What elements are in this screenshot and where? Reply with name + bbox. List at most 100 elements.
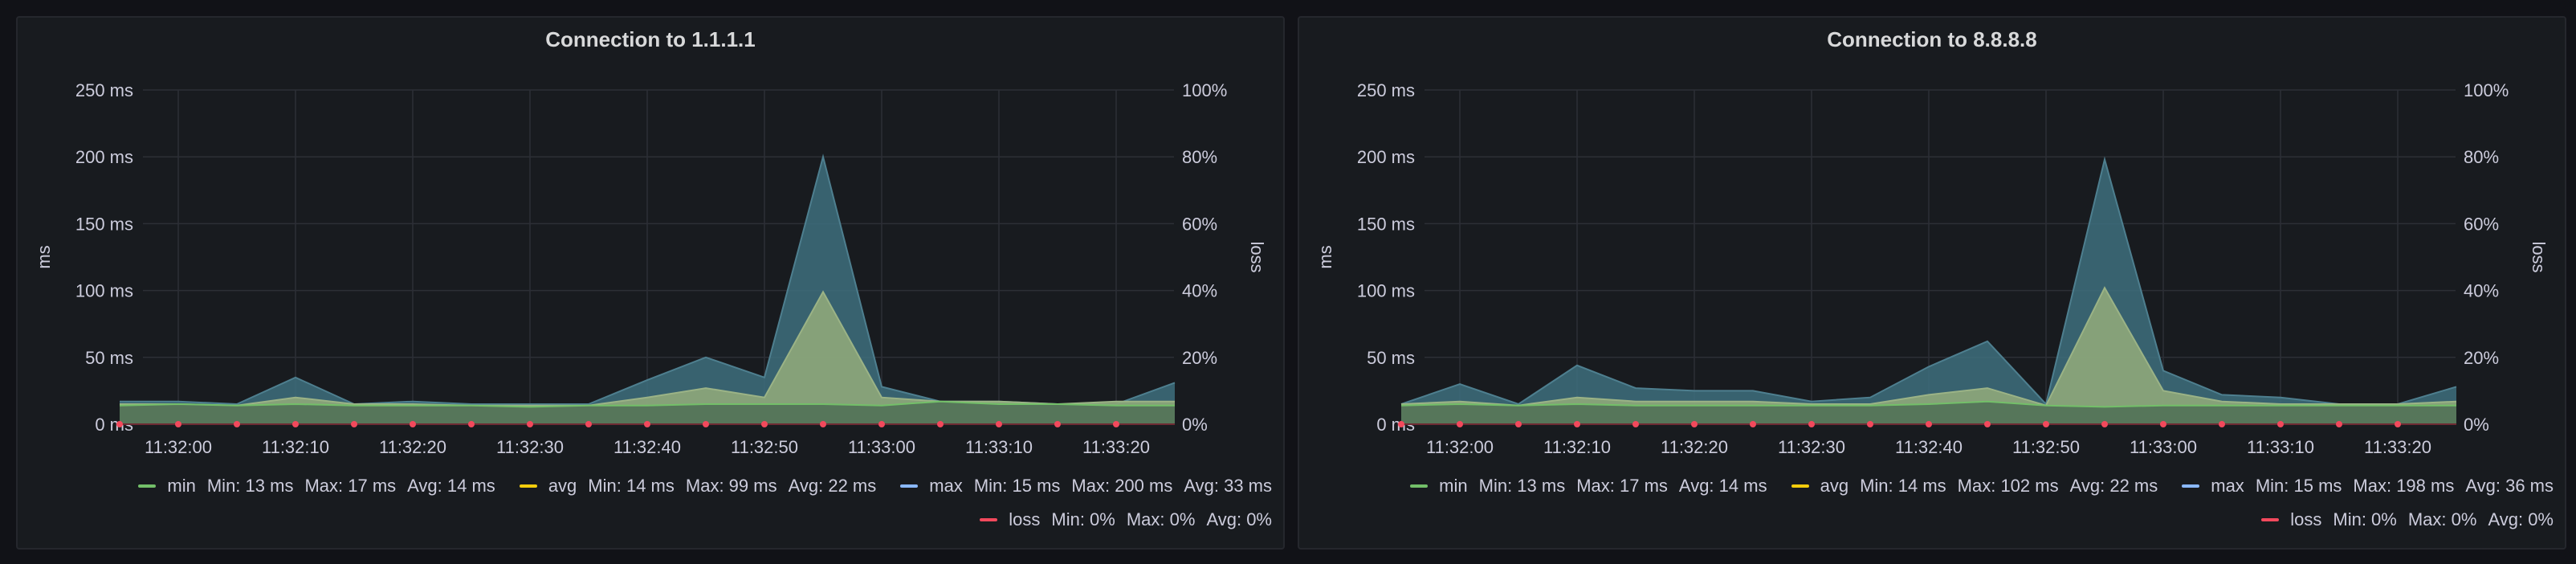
loss-point[interactable] [1632, 421, 1639, 427]
legend-row-1: min Min: 13 ms Max: 17 ms Avg: 14 ms avg Min:… [1386, 476, 2554, 497]
y-tick-label: 150 ms [75, 214, 133, 234]
legend-series-name: loss [1009, 509, 1041, 529]
legend-stat: Min: 14 ms [1860, 476, 1946, 496]
loss-point[interactable] [1398, 421, 1404, 427]
legend-swatch-loss [2261, 518, 2280, 521]
legend-stat: Min: 13 ms [1478, 476, 1566, 496]
legend-swatch-min [138, 484, 157, 488]
loss-point[interactable] [820, 421, 826, 427]
loss-point[interactable] [585, 421, 592, 427]
loss-point[interactable] [1984, 421, 1991, 427]
x-tick-label: 11:32:30 [1778, 437, 1845, 457]
chart-plot: 0 ms50 ms100 ms150 ms200 ms250 ms0%20%40… [34, 80, 1267, 457]
x-tick-label: 11:32:00 [1426, 437, 1494, 457]
y2-tick-label: 0% [2464, 415, 2489, 435]
legend-swatch-min [1410, 484, 1429, 488]
y-tick-label: 100 ms [75, 281, 133, 301]
loss-point[interactable] [2395, 421, 2401, 427]
loss-point[interactable] [175, 421, 181, 427]
loss-point[interactable] [878, 421, 885, 427]
loss-point[interactable] [1926, 421, 1932, 427]
legend-stat: Avg: 0% [1206, 509, 1272, 529]
legend-item-loss[interactable]: loss Min: 0% Max: 0% Avg: 0% [980, 509, 1272, 530]
loss-point[interactable] [1808, 421, 1815, 427]
x-tick-label: 11:33:10 [2247, 437, 2314, 457]
loss-point[interactable] [1113, 421, 1119, 427]
y2-tick-label: 40% [2464, 281, 2499, 301]
legend-series-name: loss [2290, 509, 2322, 529]
legend-stat: Min: 0% [1051, 509, 1115, 529]
loss-point[interactable] [1574, 421, 1580, 427]
legend-stat: Max: 102 ms [1957, 476, 2059, 496]
legend-item-loss[interactable]: loss Min: 0% Max: 0% Avg: 0% [2261, 509, 2554, 530]
loss-point[interactable] [937, 421, 944, 427]
legend-stat: Min: 15 ms [973, 476, 1061, 496]
loss-point[interactable] [2043, 421, 2049, 427]
legend-stat: Avg: 22 ms [2069, 476, 2158, 496]
chart-plot: 0 ms50 ms100 ms150 ms200 ms250 ms0%20%40… [1315, 80, 2549, 457]
legend-stat: Avg: 33 ms [1184, 476, 1272, 496]
legend-stat: Avg: 0% [2488, 509, 2554, 529]
loss-point[interactable] [2219, 421, 2225, 427]
y2-tick-label: 40% [1182, 281, 1217, 301]
loss-point[interactable] [703, 421, 709, 427]
loss-point[interactable] [1750, 421, 1756, 427]
legend-stat: Max: 99 ms [685, 476, 777, 496]
y2-tick-label: 100% [1182, 80, 1227, 100]
loss-point[interactable] [1867, 421, 1873, 427]
loss-point[interactable] [2101, 421, 2108, 427]
legend-item-max[interactable]: max Min: 15 ms Max: 198 ms Avg: 36 ms [2182, 476, 2554, 497]
panel-connection-8-8-8-8[interactable]: Connection to 8.8.8.8 0 ms 50 ms 100 ms 150… [1298, 16, 2566, 550]
legend-stat: Max: 17 ms [1576, 476, 1668, 496]
y2-tick-label: 80% [2464, 147, 2499, 167]
x-tick-label: 11:32:10 [1543, 437, 1611, 457]
loss-point[interactable] [644, 421, 650, 427]
y2-tick-label: 20% [2464, 348, 2499, 368]
y2-tick-label: 60% [2464, 214, 2499, 234]
legend-item-min[interactable]: min Min: 13 ms Max: 17 ms Avg: 14 ms [138, 476, 495, 497]
legend-item-avg[interactable]: avg Min: 14 ms Max: 102 ms Avg: 22 ms [1791, 476, 2158, 497]
legend-series-name: max [929, 476, 963, 496]
x-tick-label: 11:32:20 [379, 437, 446, 457]
loss-point[interactable] [351, 421, 357, 427]
legend-series-name: avg [1820, 476, 1849, 496]
legend-stat: Max: 200 ms [1071, 476, 1173, 496]
loss-point[interactable] [1457, 421, 1463, 427]
legend-item-avg[interactable]: avg Min: 14 ms Max: 99 ms Avg: 22 ms [519, 476, 877, 497]
x-tick-label: 11:32:00 [145, 437, 212, 457]
loss-point[interactable] [996, 421, 1002, 427]
y-tick-label: 50 ms [85, 348, 133, 368]
legend-stat: Min: 14 ms [588, 476, 675, 496]
y-tick-label: 50 ms [1367, 348, 1415, 368]
panel-connection-1-1-1-1[interactable]: Connection to 1.1.1.1 0 ms 50 ms 100 ms 150… [16, 16, 1285, 550]
legend-stat: Avg: 14 ms [1678, 476, 1767, 496]
loss-point[interactable] [410, 421, 416, 427]
loss-point[interactable] [292, 421, 299, 427]
x-tick-label: 11:32:40 [613, 437, 681, 457]
legend-stat: Avg: 14 ms [407, 476, 495, 496]
legend-item-min[interactable]: min Min: 13 ms Max: 17 ms Avg: 14 ms [1410, 476, 1767, 497]
legend-stat: Min: 0% [2333, 509, 2397, 529]
loss-point[interactable] [116, 421, 123, 427]
legend-stat: Max: 0% [1126, 509, 1196, 529]
loss-point[interactable] [1691, 421, 1698, 427]
loss-point[interactable] [234, 421, 240, 427]
loss-point[interactable] [1515, 421, 1522, 427]
dashboard: Connection to 1.1.1.1 0 ms 50 ms 100 ms 150… [0, 0, 2576, 564]
x-tick-label: 11:32:20 [1661, 437, 1728, 457]
y2-tick-label: 0% [1182, 415, 1208, 435]
x-tick-label: 11:33:10 [965, 437, 1033, 457]
loss-point[interactable] [2336, 421, 2342, 427]
y-tick-label: 200 ms [1357, 147, 1415, 167]
loss-point[interactable] [2160, 421, 2166, 427]
loss-point[interactable] [761, 421, 768, 427]
loss-point[interactable] [1054, 421, 1061, 427]
loss-point[interactable] [2277, 421, 2284, 427]
x-tick-label: 11:33:00 [2130, 437, 2197, 457]
legend-stat: Avg: 22 ms [788, 476, 877, 496]
x-tick-label: 11:33:20 [2364, 437, 2431, 457]
legend-swatch-avg [1791, 484, 1809, 488]
loss-point[interactable] [527, 421, 533, 427]
loss-point[interactable] [468, 421, 475, 427]
legend-item-max[interactable]: max Min: 15 ms Max: 200 ms Avg: 33 ms [900, 476, 1272, 497]
